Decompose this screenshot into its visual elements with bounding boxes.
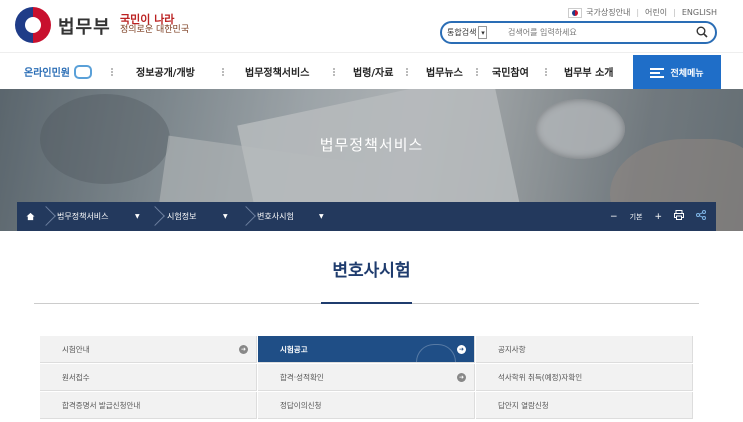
search-bar: 통합검색 ▾ (440, 21, 717, 44)
breadcrumb-label: 시험정보 (167, 212, 197, 221)
chat-icon (74, 64, 92, 79)
hero-title: 법무정책서비스 (319, 136, 424, 154)
nav-separator (406, 68, 408, 76)
nav-separator (333, 68, 335, 76)
menu-icon (650, 67, 665, 78)
chevron-down-icon: ▾ (478, 26, 488, 39)
zoom-out-button[interactable]: − (610, 212, 618, 222)
submenu-item-masters-check[interactable]: 석사학위 취득(예정)자확인 (476, 364, 693, 391)
submenu-label: 정답이의신청 (280, 400, 322, 410)
nav-item-news[interactable]: 법무뉴스 (426, 53, 463, 90)
submenu-item-notices[interactable]: 공지사항 (476, 336, 693, 363)
nav-item-policy[interactable]: 법무정책서비스 (245, 53, 309, 90)
slogan-line1: 국민이 나라 (120, 13, 175, 26)
submenu-label: 시험공고 (280, 344, 308, 354)
utility-links: 국가상징안내 | 어린이 | ENGLISH (568, 7, 717, 18)
nav-separator (222, 68, 224, 76)
breadcrumb-label: 법무정책서비스 (57, 212, 109, 221)
submenu-label: 합격증명서 발급신청안내 (62, 400, 141, 410)
share-icon[interactable] (696, 210, 706, 223)
nav-separator (476, 68, 478, 76)
util-separator: | (636, 8, 640, 17)
government-emblem-logo[interactable] (15, 7, 51, 43)
submenu-item-exam-guide[interactable]: 시험안내 ➜ (40, 336, 257, 363)
main-nav: 온라인민원 정보공개/개방 법무정책서비스 법령/자료 법무뉴스 국민참여 법무… (0, 52, 743, 90)
util-link-kids[interactable]: 어린이 (645, 7, 667, 18)
zoom-in-button[interactable]: + (654, 212, 662, 222)
caret-down-icon: ▼ (135, 213, 140, 220)
slogan: 국민이 나라 정의로운 대한민국 (120, 14, 189, 36)
search-scope-select[interactable]: 통합검색 ▾ (447, 25, 488, 40)
caret-down-icon: ▼ (319, 213, 324, 220)
search-input[interactable] (508, 26, 688, 39)
submenu-label: 답안지 열람신청 (498, 400, 549, 410)
nav-online-service[interactable]: 온라인민원 (24, 53, 92, 90)
submenu-label: 합격·성적확인 (280, 372, 324, 382)
submenu-label: 원서접수 (62, 372, 90, 382)
all-menu-button[interactable]: 전체메뉴 (633, 55, 721, 90)
submenu-label: 석사학위 취득(예정)자확인 (498, 372, 583, 382)
nav-item-law[interactable]: 법령/자료 (353, 53, 393, 90)
print-icon[interactable] (674, 210, 684, 223)
submenu-item-results[interactable]: 합격·성적확인 ➜ (258, 364, 475, 391)
submenu-item-answer-objection[interactable]: 정답이의신청 (258, 392, 475, 419)
breadcrumb-item-policy[interactable]: 법무정책서비스 ▼ (57, 202, 151, 231)
page-title: 변호사시험 (332, 261, 411, 281)
title-divider-accent (321, 302, 412, 304)
nav-online-label: 온라인민원 (24, 68, 70, 79)
breadcrumb-item-exam-info[interactable]: 시험정보 ▼ (167, 202, 247, 231)
nav-separator (545, 68, 547, 76)
nav-separator (111, 68, 113, 76)
breadcrumb-item-bar-exam[interactable]: 변호사시험 ▼ (257, 202, 337, 231)
building-decoration (416, 344, 456, 362)
all-menu-label: 전체메뉴 (670, 69, 704, 79)
submenu-label: 시험안내 (62, 344, 90, 354)
breadcrumb: 법무정책서비스 ▼ 시험정보 ▼ 변호사시험 ▼ − 기본 + (17, 202, 716, 231)
breadcrumb-label: 변호사시험 (257, 212, 294, 221)
nav-item-info[interactable]: 정보공개/개방 (136, 53, 195, 90)
nav-item-participation[interactable]: 국민참여 (492, 53, 529, 90)
submenu-label: 공지사항 (498, 344, 526, 354)
submenu-item-answer-sheet[interactable]: 답안지 열람신청 (476, 392, 693, 419)
nav-item-about[interactable]: 법무부 소개 (564, 53, 613, 90)
caret-down-icon: ▼ (223, 213, 228, 220)
arrow-right-icon: ➜ (239, 345, 248, 354)
submenu-item-certificate[interactable]: 합격증명서 발급신청안내 (40, 392, 257, 419)
search-icon[interactable] (696, 26, 708, 38)
submenu-item-application[interactable]: 원서접수 (40, 364, 257, 391)
page-tools: − 기본 + (598, 202, 706, 231)
slogan-line2: 정의로운 대한민국 (120, 25, 190, 35)
arrow-right-icon: ➜ (457, 373, 466, 382)
ministry-name[interactable]: 법무부 (58, 13, 111, 39)
util-link-english[interactable]: ENGLISH (682, 8, 717, 17)
util-separator: | (673, 8, 676, 17)
search-scope-value: 통합검색 (447, 28, 477, 37)
util-link-symbols[interactable]: 국가상징안내 (586, 7, 630, 18)
site-header: 법무부 국민이 나라 정의로운 대한민국 국가상징안내 | 어린이 | ENGL… (0, 0, 743, 52)
submenu-item-exam-notice[interactable]: 시험공고 ➜ (258, 336, 475, 363)
flag-icon (568, 7, 583, 18)
arrow-right-icon: ➜ (457, 345, 466, 354)
zoom-level: 기본 (629, 212, 643, 221)
